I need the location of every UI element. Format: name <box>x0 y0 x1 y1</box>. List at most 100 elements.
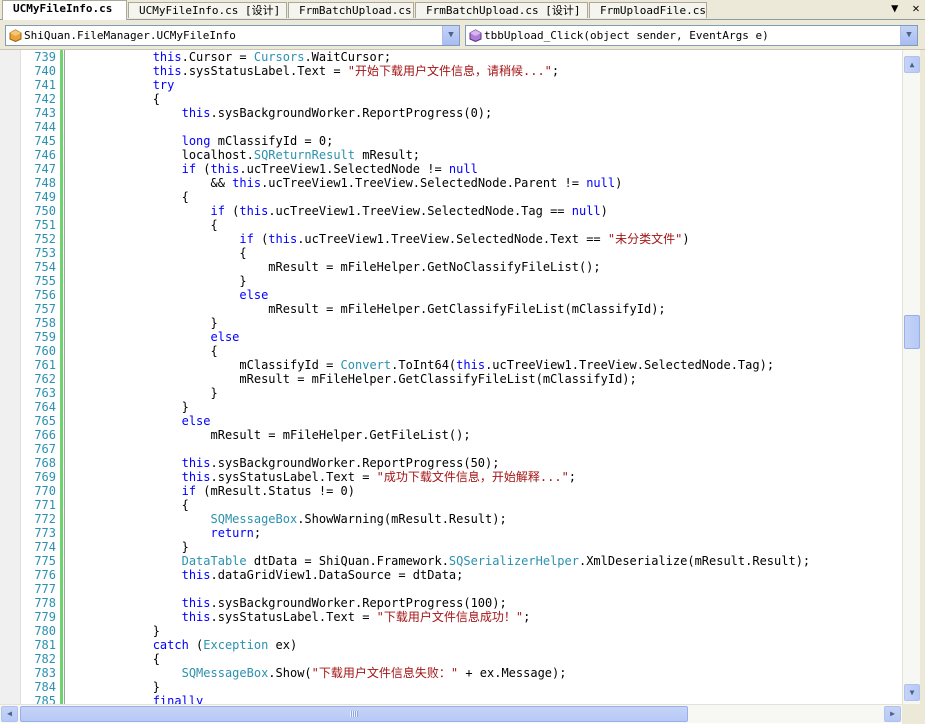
change-marker <box>60 316 63 330</box>
tab-ucmyfileinfo-design[interactable]: UCMyFileInfo.cs [设计] <box>128 2 287 18</box>
tab-frmbatchupload-cs[interactable]: FrmBatchUpload.cs <box>288 2 414 18</box>
scroll-right-icon[interactable]: ▶ <box>884 706 901 722</box>
code-line[interactable]: 739 this.Cursor = Cursors.WaitCursor; <box>22 50 391 64</box>
code-line[interactable]: 755 } <box>22 274 247 288</box>
line-number: 748 <box>34 176 56 190</box>
outline-gutter <box>64 400 65 414</box>
code-line[interactable]: 764 } <box>22 400 189 414</box>
code-token: ; <box>523 610 531 624</box>
method-icon <box>469 29 482 42</box>
navigation-bar: ShiQuan.FileManager.UCMyFileInfo ▼ tbbUp… <box>0 20 925 50</box>
code-line[interactable]: 785 finally <box>22 694 203 704</box>
code-line[interactable]: 775 DataTable dtData = ShiQuan.Framework… <box>22 554 810 568</box>
tab-frmbatchupload-design[interactable]: FrmBatchUpload.cs [设计] <box>415 2 588 18</box>
change-marker <box>60 442 63 456</box>
code-line[interactable]: 773 return; <box>22 526 261 540</box>
member-selector-dropdown-icon[interactable]: ▼ <box>900 26 917 45</box>
tab-list-dropdown-icon[interactable]: ▼ <box>888 1 902 15</box>
change-marker <box>60 134 63 148</box>
scroll-down-icon[interactable]: ▼ <box>904 684 920 701</box>
code-line[interactable]: 742 { <box>22 92 160 106</box>
code-token: } <box>66 400 189 414</box>
member-selector-combo[interactable]: tbbUpload_Click(object sender, EventArgs… <box>465 25 918 46</box>
line-number: 743 <box>34 106 56 120</box>
change-marker <box>60 568 63 582</box>
code-line[interactable]: 770 if (mResult.Status != 0) <box>22 484 355 498</box>
close-tab-icon[interactable]: ✕ <box>909 1 923 15</box>
code-line[interactable]: 747 if (this.ucTreeView1.SelectedNode !=… <box>22 162 478 176</box>
code-text: } <box>66 316 218 330</box>
code-line[interactable]: 776 this.dataGridView1.DataSource = dtDa… <box>22 568 463 582</box>
code-line[interactable]: 779 this.sysStatusLabel.Text = "下载用户文件信息… <box>22 610 530 624</box>
code-token: } <box>66 316 218 330</box>
scroll-up-icon[interactable]: ▲ <box>904 56 920 73</box>
code-line[interactable]: 782 { <box>22 652 160 666</box>
horizontal-scrollbar[interactable]: ◀ ▶ <box>0 704 902 723</box>
code-line[interactable]: 768 this.sysBackgroundWorker.ReportProgr… <box>22 456 499 470</box>
line-number: 780 <box>34 624 56 638</box>
outline-gutter <box>64 344 65 358</box>
indicator-margin[interactable] <box>0 50 21 704</box>
code-text: catch (Exception ex) <box>66 638 298 652</box>
change-marker <box>60 246 63 260</box>
code-line[interactable]: 777 <box>22 582 65 596</box>
line-number: 765 <box>34 414 56 428</box>
line-number: 757 <box>34 302 56 316</box>
code-line[interactable]: 741 try <box>22 78 174 92</box>
code-line[interactable]: 771 { <box>22 498 189 512</box>
code-line[interactable]: 766 mResult = mFileHelper.GetFileList(); <box>22 428 471 442</box>
code-line[interactable]: 760 { <box>22 344 218 358</box>
code-line[interactable]: 762 mResult = mFileHelper.GetClassifyFil… <box>22 372 637 386</box>
code-line[interactable]: 783 SQMessageBox.Show("下载用户文件信息失败：" + ex… <box>22 666 566 680</box>
code-line[interactable]: 784 } <box>22 680 160 694</box>
code-line[interactable]: 774 } <box>22 540 189 554</box>
outline-gutter <box>64 512 65 526</box>
type-token: Cursors <box>253 50 305 64</box>
code-line[interactable]: 761 mClassifyId = Convert.ToInt64(this.u… <box>22 358 774 372</box>
code-line[interactable]: 745 long mClassifyId = 0; <box>22 134 333 148</box>
code-line[interactable]: 778 this.sysBackgroundWorker.ReportProgr… <box>22 596 507 610</box>
code-line[interactable]: 754 mResult = mFileHelper.GetNoClassifyF… <box>22 260 601 274</box>
code-text: { <box>66 92 160 106</box>
change-marker <box>60 414 63 428</box>
code-token: mResult = mFileHelper.GetClassifyFileLis… <box>66 372 637 386</box>
code-line[interactable]: 767 <box>22 442 65 456</box>
change-marker <box>60 386 63 400</box>
vertical-scrollbar[interactable]: ▲ ▼ <box>902 50 921 704</box>
code-line[interactable]: 765 else <box>22 414 211 428</box>
horizontal-scroll-thumb[interactable] <box>20 706 688 722</box>
class-selector-combo[interactable]: ShiQuan.FileManager.UCMyFileInfo ▼ <box>5 25 460 46</box>
code-line[interactable]: 769 this.sysStatusLabel.Text = "成功下载文件信息… <box>22 470 576 484</box>
outline-gutter <box>64 176 65 190</box>
change-marker <box>60 260 63 274</box>
code-text: return; <box>66 526 262 540</box>
code-line[interactable]: 748 && this.ucTreeView1.TreeView.Selecte… <box>22 176 622 190</box>
code-line[interactable]: 758 } <box>22 316 218 330</box>
code-line[interactable]: 781 catch (Exception ex) <box>22 638 297 652</box>
tab-ucmyfileinfo-cs[interactable]: UCMyFileInfo.cs <box>2 0 127 20</box>
class-selector-dropdown-icon[interactable]: ▼ <box>442 26 459 45</box>
code-token: ; <box>551 64 560 78</box>
code-line[interactable]: 752 if (this.ucTreeView1.TreeView.Select… <box>22 232 690 246</box>
code-line[interactable]: 750 if (this.ucTreeView1.TreeView.Select… <box>22 204 608 218</box>
code-line[interactable]: 757 mResult = mFileHelper.GetClassifyFil… <box>22 302 666 316</box>
code-line[interactable]: 749 { <box>22 190 189 204</box>
code-line[interactable]: 759 else <box>22 330 239 344</box>
outline-gutter <box>64 666 65 680</box>
code-line[interactable]: 751 { <box>22 218 218 232</box>
code-line[interactable]: 746 localhost.SQReturnResult mResult; <box>22 148 420 162</box>
code-line[interactable]: 740 this.sysStatusLabel.Text = "开始下载用户文件… <box>22 64 559 78</box>
code-line[interactable]: 744 <box>22 120 65 134</box>
scroll-left-icon[interactable]: ◀ <box>1 706 18 722</box>
code-editor[interactable]: 739 this.Cursor = Cursors.WaitCursor; 740… <box>0 50 902 704</box>
vertical-scroll-thumb[interactable] <box>904 315 920 349</box>
code-line[interactable]: 743 this.sysBackgroundWorker.ReportProgr… <box>22 106 492 120</box>
code-line[interactable]: 763 } <box>22 386 218 400</box>
tab-frmuploadfile-cs[interactable]: FrmUploadFile.cs <box>589 2 707 18</box>
code-line[interactable]: 753 { <box>22 246 247 260</box>
keyword-token: this <box>268 232 298 246</box>
code-line[interactable]: 756 else <box>22 288 268 302</box>
code-line[interactable]: 772 SQMessageBox.ShowWarning(mResult.Res… <box>22 512 507 526</box>
code-line[interactable]: 780 } <box>22 624 160 638</box>
